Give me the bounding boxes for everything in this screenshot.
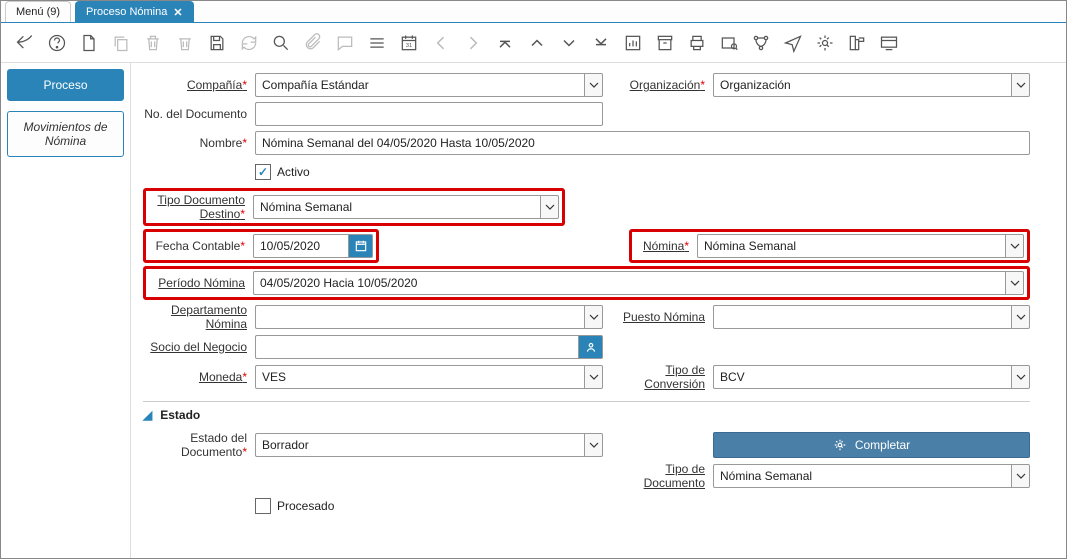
completar-button-label: Completar [855, 438, 910, 452]
label-departamento-nomina: Departamento Nómina [143, 303, 255, 331]
tipo-doc-input[interactable]: Nómina Semanal [713, 464, 1012, 488]
nombre-input[interactable]: Nómina Semanal del 04/05/2020 Hasta 10/0… [255, 131, 1030, 155]
label-socio-negocio: Socio del Negocio [143, 340, 255, 354]
label-moneda: Moneda* [143, 370, 255, 384]
report-icon[interactable] [623, 33, 643, 53]
label-periodo-nomina: Período Nómina [149, 276, 253, 290]
label-fecha-contable: Fecha Contable* [149, 239, 253, 253]
chevron-down-icon[interactable] [1012, 73, 1030, 97]
delete-all-icon [175, 33, 195, 53]
refresh-icon [239, 33, 259, 53]
gear-icon[interactable] [815, 33, 835, 53]
organizacion-input[interactable]: Organización [713, 73, 1012, 97]
chevron-down-icon[interactable] [585, 305, 603, 329]
tab-proceso-nomina-label: Proceso Nómina [86, 6, 167, 18]
down-icon[interactable] [559, 33, 579, 53]
chevron-down-icon[interactable] [585, 433, 603, 457]
socio-negocio-input[interactable] [255, 335, 579, 359]
copy-icon [111, 33, 131, 53]
periodo-nomina-input[interactable]: 04/05/2020 Hacia 10/05/2020 [253, 271, 1006, 295]
chevron-down-icon[interactable] [585, 73, 603, 97]
no-doc-input[interactable] [255, 102, 603, 126]
archive-icon[interactable] [655, 33, 675, 53]
toolbar: 31 [1, 23, 1066, 63]
calendar-picker-icon[interactable] [349, 234, 373, 258]
label-procesado: Procesado [277, 499, 334, 513]
send-icon[interactable] [783, 33, 803, 53]
completar-button[interactable]: Completar [713, 432, 1030, 458]
nomina-input[interactable]: Nómina Semanal [697, 234, 1006, 258]
attachment-icon [303, 33, 323, 53]
chevron-down-icon[interactable] [585, 365, 603, 389]
chevron-down-icon[interactable] [1006, 234, 1024, 258]
label-tipo-doc-destino: Tipo Documento Destino* [149, 193, 253, 221]
next-icon [463, 33, 483, 53]
chat-icon [335, 33, 355, 53]
product-icon[interactable] [847, 33, 867, 53]
collapse-icon: ◢ [143, 408, 152, 422]
help-icon[interactable] [47, 33, 67, 53]
print-icon[interactable] [687, 33, 707, 53]
fecha-contable-input[interactable]: 10/05/2020 [253, 234, 349, 258]
sidebar: Proceso Movimientos de Nómina [1, 63, 131, 558]
chevron-down-icon[interactable] [1012, 365, 1030, 389]
label-puesto-nomina: Puesto Nómina [603, 310, 713, 324]
new-icon[interactable] [79, 33, 99, 53]
sidebar-item-label: Movimientos de Nómina [23, 120, 107, 148]
estado-doc-input[interactable]: Borrador [255, 433, 585, 457]
chevron-down-icon[interactable] [1012, 305, 1030, 329]
tipo-conversion-input[interactable]: BCV [713, 365, 1012, 389]
activo-checkbox[interactable] [255, 164, 271, 180]
delete-icon [143, 33, 163, 53]
sidebar-item-movimientos[interactable]: Movimientos de Nómina [7, 111, 124, 157]
tab-proceso-nomina[interactable]: Proceso Nómina ✕ [75, 1, 194, 22]
chevron-down-icon[interactable] [541, 195, 559, 219]
close-icon[interactable]: ✕ [173, 6, 182, 19]
sidebar-item-label: Proceso [43, 78, 87, 92]
prev-icon [431, 33, 451, 53]
puesto-nomina-input[interactable] [713, 305, 1012, 329]
moneda-input[interactable]: VES [255, 365, 585, 389]
back-arrow-icon[interactable] [15, 33, 35, 53]
save-icon[interactable] [207, 33, 227, 53]
first-icon[interactable] [495, 33, 515, 53]
label-activo: Activo [277, 165, 310, 179]
workflow-icon[interactable] [751, 33, 771, 53]
last-icon[interactable] [591, 33, 611, 53]
chevron-down-icon[interactable] [1006, 271, 1024, 295]
search-icon[interactable] [271, 33, 291, 53]
gear-icon [833, 438, 847, 452]
label-organizacion: Organización* [603, 78, 713, 92]
label-no-doc: No. del Documento [143, 107, 255, 121]
calendar-icon[interactable]: 31 [399, 33, 419, 53]
tipo-doc-destino-input[interactable]: Nómina Semanal [253, 195, 541, 219]
label-estado-doc: Estado del Documento* [143, 431, 255, 459]
grid-icon[interactable] [367, 33, 387, 53]
compania-input[interactable]: Compañía Estándar [255, 73, 585, 97]
tab-menu[interactable]: Menú (9) [5, 1, 71, 22]
label-nombre: Nombre* [143, 136, 255, 150]
label-tipo-doc: Tipo de Documento [603, 462, 713, 490]
sidebar-item-proceso[interactable]: Proceso [7, 69, 124, 101]
up-icon[interactable] [527, 33, 547, 53]
section-estado[interactable]: ◢ Estado [143, 401, 1030, 428]
procesado-checkbox[interactable] [255, 498, 271, 514]
label-compania: Compañía* [143, 78, 255, 92]
zoom-icon[interactable] [719, 33, 739, 53]
screen-icon[interactable] [879, 33, 899, 53]
tab-bar: Menú (9) Proceso Nómina ✕ [1, 1, 1066, 23]
tab-menu-label: Menú (9) [16, 6, 60, 18]
departamento-nomina-input[interactable] [255, 305, 585, 329]
chevron-down-icon[interactable] [1012, 464, 1030, 488]
svg-text:31: 31 [406, 43, 412, 49]
label-nomina: Nómina* [635, 239, 697, 253]
form-area: Compañía* Compañía Estándar Organización… [131, 63, 1066, 558]
label-tipo-conversion: Tipo de Conversión [603, 363, 713, 391]
partner-lookup-icon[interactable] [579, 335, 603, 359]
section-estado-label: Estado [160, 408, 200, 422]
